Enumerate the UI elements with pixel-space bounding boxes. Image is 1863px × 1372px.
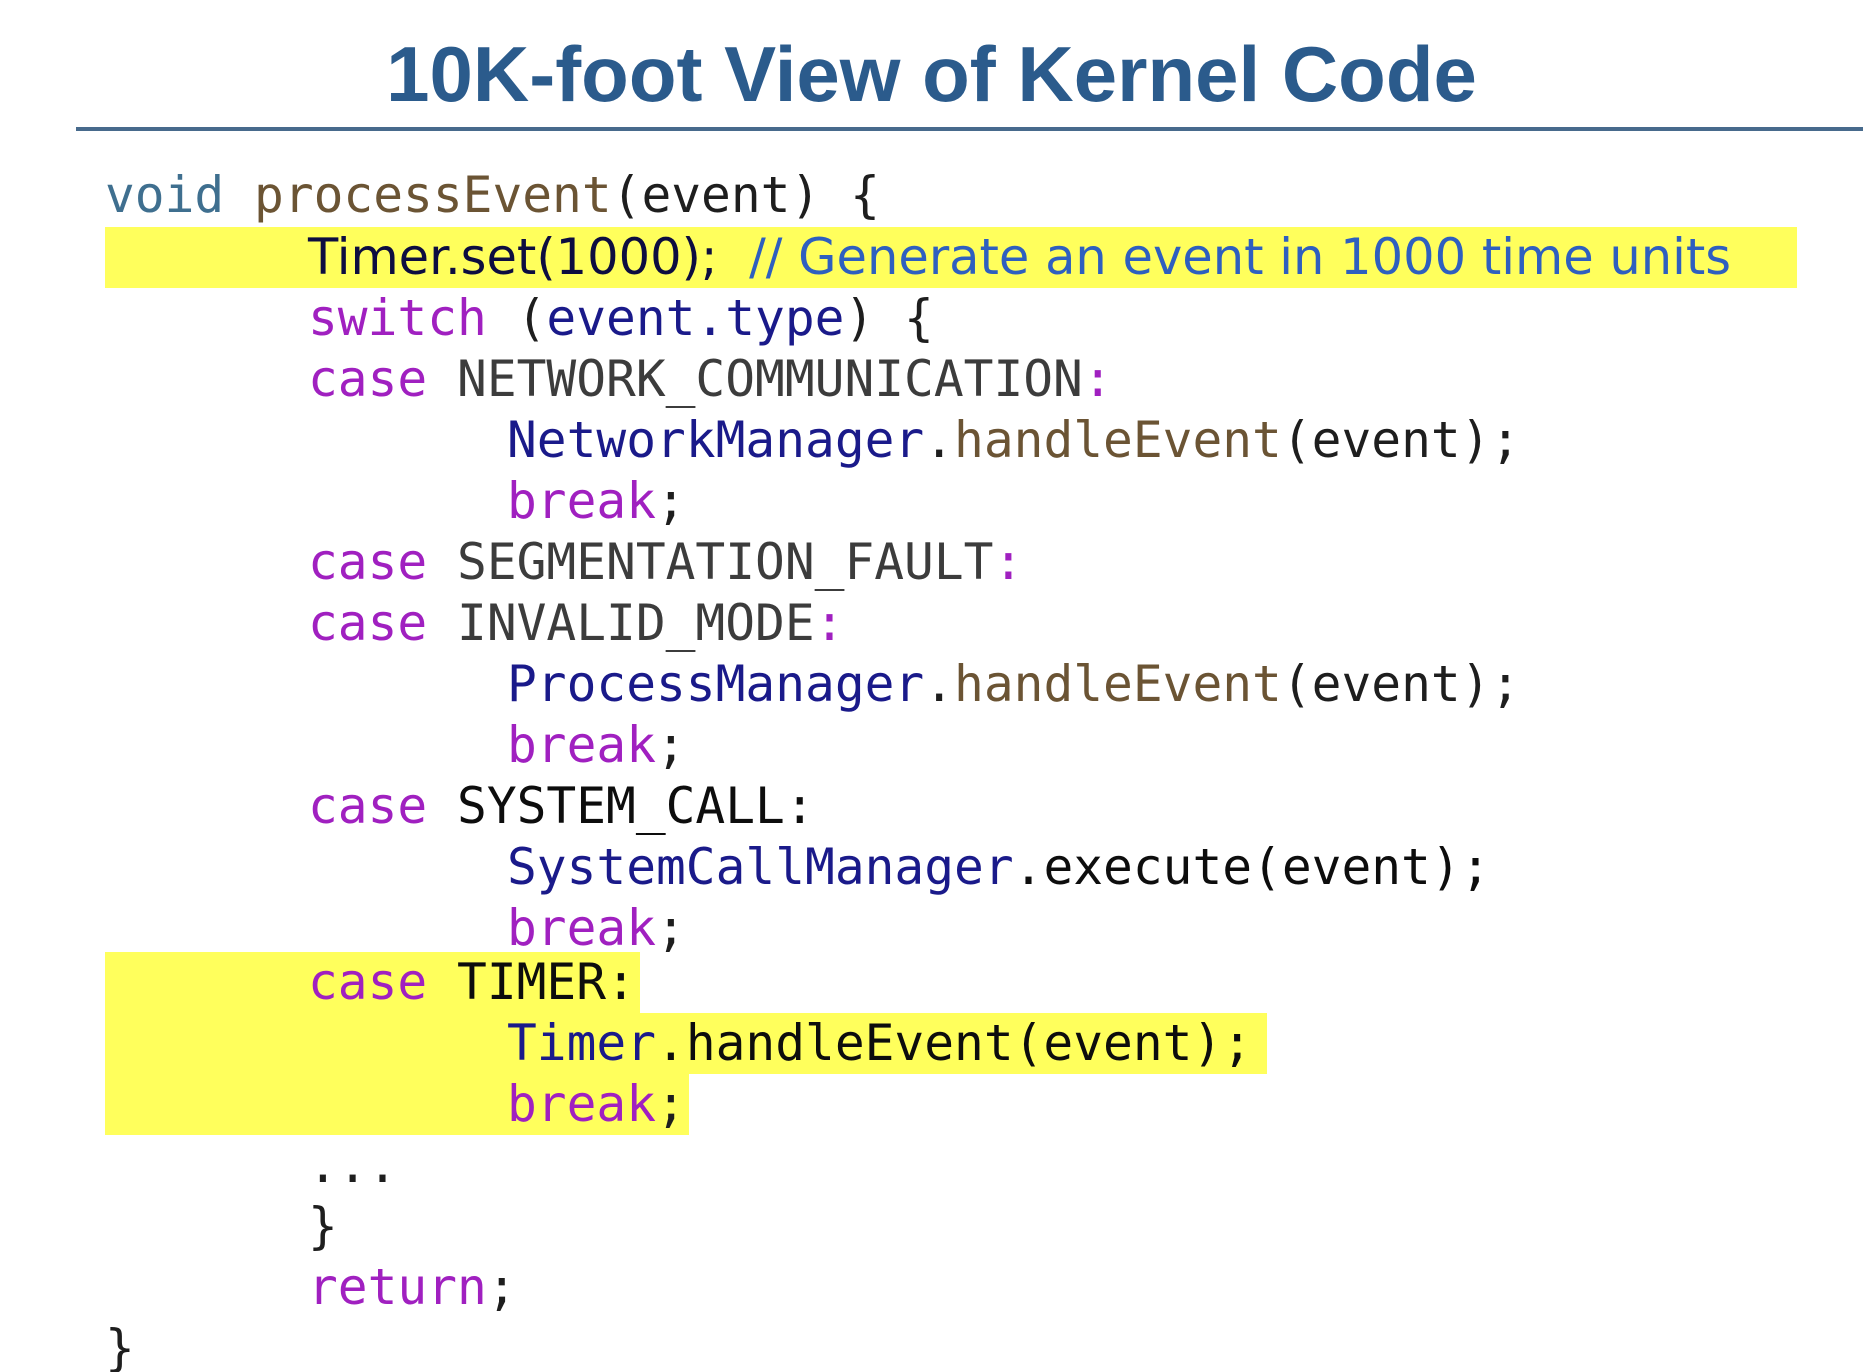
code-line-function-signature: void processEvent(event) { — [105, 165, 880, 226]
case-colon: : — [814, 594, 845, 652]
code-line-case-system-call: case SYSTEM_CALL: — [308, 776, 815, 837]
code-line-break: break; — [507, 471, 686, 532]
code-line-break: break; — [507, 1074, 686, 1135]
keyword-void: void — [105, 166, 225, 224]
semicolon: ; — [656, 899, 686, 957]
function-name: processEvent — [254, 166, 612, 224]
dot: . — [924, 411, 955, 469]
code-line-break: break; — [507, 715, 686, 776]
case-label: INVALID_MODE — [427, 594, 815, 652]
code-comment: // Generate an event in 1000 time units — [749, 228, 1732, 286]
case-colon: : — [1082, 350, 1113, 408]
code-line-ellipsis: ... — [308, 1135, 397, 1196]
closing-brace: } — [308, 1197, 338, 1255]
case-label: SYSTEM_CALL: — [427, 777, 815, 835]
parameter-list: (event) { — [611, 166, 880, 224]
case-colon: : — [993, 533, 1024, 591]
keyword-break: break — [507, 899, 657, 957]
code-line-case-invalid-mode: case INVALID_MODE: — [308, 593, 844, 654]
paren-close: ) { — [844, 289, 934, 347]
paren-open: ( — [486, 289, 547, 347]
method-name: handleEvent — [954, 655, 1282, 713]
class-name: Timer — [507, 1014, 657, 1072]
arguments: (event); — [1281, 411, 1521, 469]
method-call: .execute(event); — [1013, 838, 1491, 896]
code-line-case-network: case NETWORK_COMMUNICATION: — [308, 349, 1113, 410]
code-line-timer-handle: Timer.handleEvent(event); — [507, 1013, 1252, 1074]
code-line-process-handle: ProcessManager.handleEvent(event); — [507, 654, 1520, 715]
code-line-network-handle: NetworkManager.handleEvent(event); — [507, 410, 1520, 471]
keyword-break: break — [507, 716, 657, 774]
closing-brace: } — [105, 1319, 135, 1372]
semicolon: ; — [486, 1258, 517, 1316]
case-label: TIMER: — [427, 953, 636, 1011]
semicolon: ; — [656, 472, 686, 530]
class-name: ProcessManager — [507, 655, 925, 713]
ellipsis: ... — [308, 1136, 398, 1194]
case-label: NETWORK_COMMUNICATION — [427, 350, 1083, 408]
code-line-system-call-execute: SystemCallManager.execute(event); — [507, 837, 1490, 898]
dot: . — [924, 655, 955, 713]
code-line-case-timer: case TIMER: — [308, 952, 636, 1013]
timer-set-call: Timer.set(1000); — [308, 228, 718, 286]
slide-title: 10K-foot View of Kernel Code — [386, 30, 1477, 118]
keyword-case: case — [308, 953, 428, 1011]
keyword-return: return — [308, 1258, 487, 1316]
code-line-case-segfault: case SEGMENTATION_FAULT: — [308, 532, 1023, 593]
keyword-case: case — [308, 594, 428, 652]
title-divider — [76, 127, 1863, 131]
semicolon: ; — [656, 716, 686, 774]
keyword-case: case — [308, 350, 428, 408]
code-line-return: return; — [308, 1257, 517, 1318]
switch-expression: event.type — [546, 289, 845, 347]
code-line-switch-close: } — [308, 1196, 338, 1257]
keyword-case: case — [308, 533, 428, 591]
keyword-case: case — [308, 777, 428, 835]
semicolon: ; — [656, 1075, 686, 1133]
keyword-break: break — [507, 1075, 657, 1133]
keyword-switch: switch — [308, 289, 487, 347]
class-name: SystemCallManager — [507, 838, 1014, 896]
arguments: (event); — [1281, 655, 1521, 713]
class-name: NetworkManager — [507, 411, 925, 469]
method-name: handleEvent — [954, 411, 1282, 469]
code-line-break: break; — [507, 898, 686, 959]
case-label: SEGMENTATION_FAULT — [427, 533, 994, 591]
code-line-switch: switch (event.type) { — [308, 288, 934, 349]
keyword-break: break — [507, 472, 657, 530]
code-line-timer-set: Timer.set(1000); // Generate an event in… — [308, 227, 1731, 288]
code-line-function-close: } — [105, 1318, 135, 1372]
method-call: .handleEvent(event); — [656, 1014, 1253, 1072]
